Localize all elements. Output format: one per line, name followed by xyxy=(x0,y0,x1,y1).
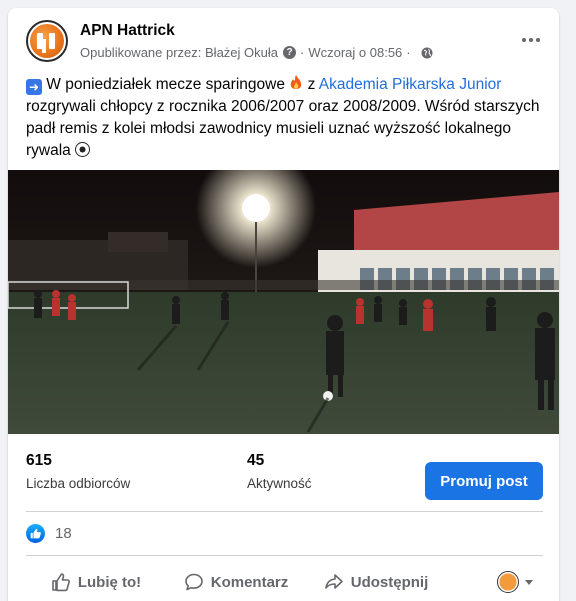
divider xyxy=(26,511,543,512)
reactions-summary[interactable]: 18 xyxy=(26,521,72,545)
reach-value: 615 xyxy=(26,452,52,469)
page-avatar[interactable] xyxy=(26,20,68,62)
page-mini-avatar xyxy=(497,571,519,593)
comment-icon xyxy=(184,573,203,591)
post-text-part3: rozgrywali chłopcy z rocznika 2006/2007 … xyxy=(26,98,540,159)
globe-icon[interactable] xyxy=(421,47,433,59)
post-actions: Lubię to! Komentarz Udostępnij xyxy=(26,562,543,601)
thumbs-up-icon xyxy=(52,573,70,592)
reaction-count: 18 xyxy=(55,524,72,542)
like-reaction-icon xyxy=(26,523,45,543)
like-button[interactable]: Lubię to! xyxy=(26,564,166,600)
fire-emoji-icon xyxy=(290,75,302,89)
engagement-value: 45 xyxy=(247,452,265,469)
post-card: APN Hattrick Opublikowane przez: Błażej … xyxy=(8,8,559,601)
post-meta: Opublikowane przez: Błażej Okuła ? · Wcz… xyxy=(80,45,433,60)
post-time[interactable]: Wczoraj o 08:56 xyxy=(308,45,402,60)
football-night-scene-image xyxy=(8,170,559,434)
engagement-stat: 45 Aktywność xyxy=(247,452,312,491)
meta-separator: · xyxy=(406,45,411,60)
post-header: APN Hattrick Opublikowane przez: Błażej … xyxy=(8,8,559,72)
divider xyxy=(26,555,543,556)
hattrick-logo-icon xyxy=(30,24,64,58)
share-icon xyxy=(324,574,343,589)
reach-label: Liczba odbiorców xyxy=(26,476,131,491)
page-name[interactable]: APN Hattrick xyxy=(80,22,175,40)
question-icon[interactable]: ? xyxy=(283,46,296,59)
promote-post-button[interactable]: Promuj post xyxy=(425,462,543,500)
more-options-button[interactable] xyxy=(517,28,545,52)
engagement-label: Aktywność xyxy=(247,476,312,491)
comment-label: Komentarz xyxy=(210,573,289,591)
chevron-down-icon xyxy=(525,579,533,585)
like-label: Lubię to! xyxy=(77,573,142,591)
post-photo[interactable] xyxy=(8,170,559,434)
share-label: Udostępnij xyxy=(350,573,429,591)
post-text-part1: W poniedziałek mecze sparingowe xyxy=(42,76,290,93)
post-text-part2: z xyxy=(303,76,319,93)
share-button[interactable]: Udostępnij xyxy=(306,564,446,600)
arrow-right-emoji-icon: ➜ xyxy=(26,79,42,95)
reach-stat: 615 Liczba odbiorców xyxy=(26,452,130,491)
post-stats: 615 Liczba odbiorców 45 Aktywność Promuj… xyxy=(8,434,559,516)
meta-separator: · xyxy=(300,45,305,60)
published-by: Opublikowane przez: Błażej Okuła xyxy=(80,45,278,60)
mention-link[interactable]: Akademia Piłkarska Junior xyxy=(319,76,502,93)
comment-button[interactable]: Komentarz xyxy=(166,564,306,600)
profile-switcher[interactable] xyxy=(497,571,533,593)
soccer-ball-emoji-icon xyxy=(75,142,91,157)
post-text: ➜ W poniedziałek mecze sparingowe z Akad… xyxy=(26,74,551,162)
